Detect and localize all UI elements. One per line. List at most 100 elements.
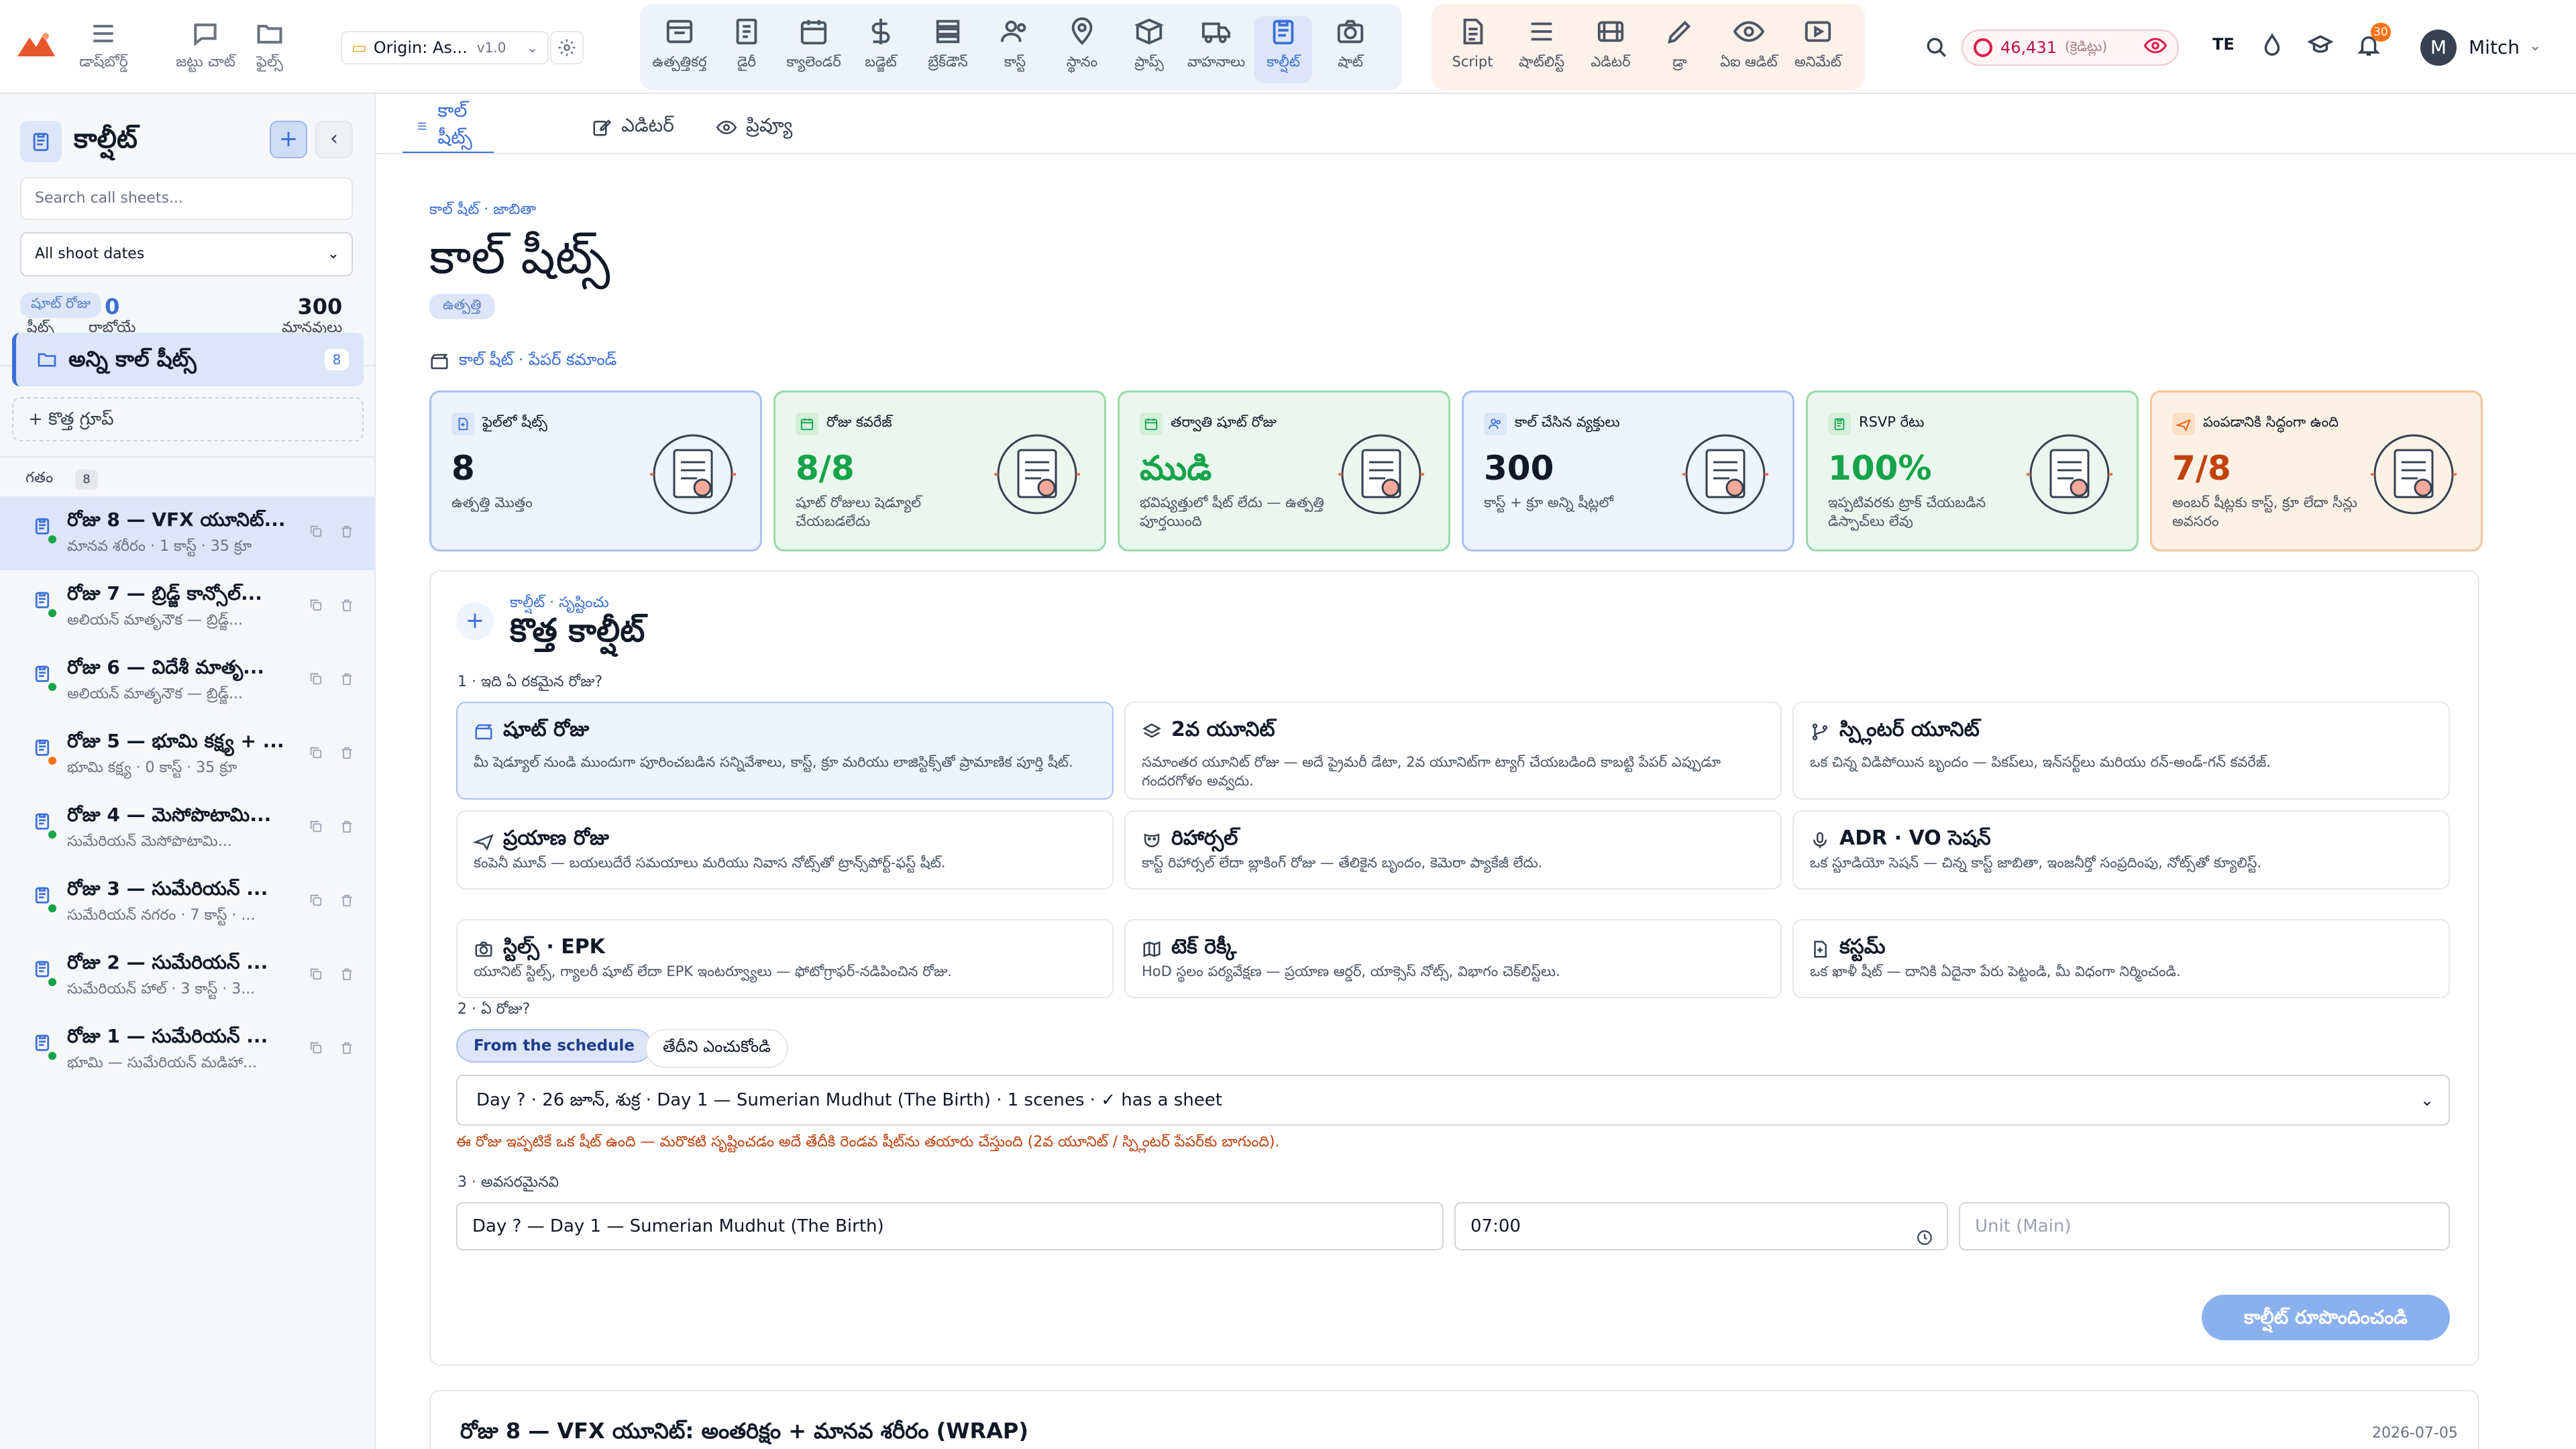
date-filter-select[interactable]: All shoot dates ⌄ — [20, 232, 353, 276]
search-input[interactable]: Search call sheets... — [20, 177, 353, 220]
mask-icon — [1144, 833, 1160, 847]
trash-icon[interactable] — [339, 597, 354, 613]
tool-play[interactable]: అనిమేట్ — [1789, 16, 1847, 83]
tab-0[interactable]: కాల్ షీట్స్ — [402, 99, 494, 154]
sheet-list-item[interactable]: రోజు 6 — విదేశీ మాతృ... అలియన్ మాతృనౌక —… — [0, 644, 374, 718]
project-settings-button[interactable] — [550, 31, 584, 64]
day-type-option[interactable]: 2వ యూనిట్ సమాంతర యూనిట్ రోజు — అదే ప్రైమ… — [1124, 702, 1782, 800]
project-select[interactable]: ▭ Origin: As... v1.0 ⌄ — [341, 31, 549, 64]
tool-clipboard[interactable]: కాల్షీట్ — [1254, 16, 1312, 83]
tool-pencil[interactable]: డ్రా — [1651, 16, 1709, 83]
trash-icon[interactable] — [339, 966, 354, 982]
tool-box[interactable]: ప్రాప్స్ — [1120, 16, 1178, 83]
tool-pin[interactable]: స్థానం — [1053, 16, 1111, 83]
date-filter-value: All shoot dates — [35, 246, 145, 262]
tab-2[interactable]: ప్రివ్యూ — [703, 101, 806, 154]
topnav-label: ఫైల్స్ — [256, 54, 283, 70]
new-group-button[interactable]: + కొత్త గ్రూప్ — [12, 397, 364, 441]
duplicate-icon[interactable] — [309, 966, 323, 982]
duplicate-icon[interactable] — [309, 1040, 323, 1056]
sheet-list-item[interactable]: రోజు 5 — భూమి కక్ష్య + ... భూమి కక్ష్య ·… — [0, 718, 374, 792]
duplicate-icon[interactable] — [309, 597, 323, 613]
divider — [376, 153, 2576, 154]
sheet-list-item[interactable]: రోజు 3 — సుమేరియన్ ... సుమేరియన్ నగరం · … — [0, 865, 374, 939]
avatar[interactable]: M — [2420, 30, 2457, 66]
sheet-list-item[interactable]: రోజు 1 — సుమేరియన్ ... భూమి — సుమేరియన్ … — [0, 1013, 374, 1087]
topnav-item[interactable]: డాష్‌బోర్డ్ — [79, 19, 128, 79]
camera-icon — [475, 941, 492, 957]
kpi-subtitle: అంబర్ షీట్లకు కాస్ట్, క్రూ లేదా సీన్లు అ… — [2172, 494, 2357, 529]
tool-eye[interactable]: ఏఐ ఆడిట్ — [1720, 16, 1778, 83]
sheet-list-item[interactable]: రోజు 8 — VFX యూనిట్... మానవ శరీరం · 1 కా… — [0, 496, 374, 570]
tool-label: అనిమేట్ — [1794, 54, 1841, 70]
tab-1[interactable]: ఎడిటర్ — [578, 101, 688, 154]
sheet-list-item[interactable]: రోజు 2 — సుమేరియన్ ... సుమేరియన్ హాల్ · … — [0, 939, 374, 1013]
add-sheet-button[interactable]: + — [270, 121, 307, 158]
day-type-option[interactable]: టెక్ రెక్కీ HoD స్థలం పర్యవేక్షణ — ప్రయా… — [1124, 919, 1782, 998]
tools-secondary: Script షాట్‌లిస్ట్ ఎడిటర్ డ్రా ఏఐ ఆడిట్ అనిమే… — [1432, 4, 1865, 90]
sheet-list-item[interactable]: రోజు 7 — బ్రిడ్జ్ కాన్సోల్... అలియన్ మాత… — [0, 570, 374, 644]
tool-stack[interactable]: బ్రేక్‌డౌన్ — [919, 16, 977, 83]
day-type-option[interactable]: షూట్ రోజు మీ షెడ్యూల్ నుండి ముందుగా పూరి… — [456, 702, 1114, 800]
kpi-label: RSVP రేటు — [1859, 414, 1925, 430]
topnav-label: జట్టు చాట్ — [176, 54, 235, 70]
sheet-list-item[interactable]: రోజు 4 — మెసోపొటామి... సుమేరియన్ మెసోపొట… — [0, 792, 374, 865]
trash-icon[interactable] — [339, 745, 354, 761]
kpi-subtitle: భవిష్యత్తులో షీట్ లేదు — ఉత్పత్తి పూర్తయ… — [1140, 494, 1324, 529]
tool-notebook[interactable]: డైరీ — [718, 16, 775, 83]
day-type-description: ఒక చిన్న విడిపోయిన బృందం — పికప్‌లు, ఇన్… — [1810, 754, 2271, 770]
top-bar: డాష్‌బోర్డ్ జట్టు చాట్ ఫైల్స్ ▭ Origin: As… — [0, 0, 2576, 94]
kpi-value: 7/8 — [2172, 449, 2231, 488]
app-logo-icon[interactable] — [16, 30, 56, 59]
duplicate-icon[interactable] — [309, 892, 323, 908]
tool-people[interactable]: కాస్ట్ — [986, 16, 1044, 83]
duplicate-icon[interactable] — [309, 818, 323, 835]
topnav-item[interactable]: జట్టు చాట్ — [176, 19, 235, 79]
topnav-label: డాష్‌బోర్డ్ — [79, 54, 128, 70]
chevron-down-icon[interactable]: ⌄ — [2529, 38, 2541, 54]
group-all-sheets[interactable]: అన్ని కాల్ షీట్స్ 8 — [12, 333, 364, 386]
tool-camera[interactable]: షాట్ — [1322, 16, 1379, 83]
tool-dollar[interactable]: బడ్జెట్ — [852, 16, 910, 83]
credits-value: 46,431 — [2000, 38, 2057, 57]
create-callsheet-button[interactable]: కాల్షీట్ రూపొందించండి — [2202, 1295, 2450, 1340]
theme-button[interactable] — [2259, 32, 2289, 62]
tool-calendar[interactable]: క్యాలెండర్ — [785, 16, 843, 83]
search-button[interactable] — [1920, 31, 1953, 64]
learn-button[interactable] — [2307, 32, 2337, 62]
language-switch[interactable]: TE — [2212, 35, 2235, 54]
duplicate-icon[interactable] — [309, 523, 323, 539]
call-time-field[interactable]: 07:00 — [1454, 1202, 1948, 1250]
pin-icon — [1071, 17, 1093, 45]
user-name[interactable]: Mitch — [2469, 36, 2520, 58]
day-type-option[interactable]: స్ప్లింటర్ యూనిట్ ఒక చిన్న విడిపోయిన బృం… — [1792, 702, 2450, 800]
topnav-item[interactable]: ఫైల్స్ — [255, 19, 284, 79]
trash-icon[interactable] — [339, 892, 354, 908]
kpi-card: RSVP రేటు 100% ఇప్పటివరకు ట్రాక్ చేయబడిన… — [1806, 390, 2139, 551]
day-select[interactable]: Day ? · 26 జూన్, శుక్ర · Day 1 — Sumeria… — [456, 1075, 2450, 1126]
credits-badge[interactable]: 46,431 (క్రెడిట్లు) — [1962, 30, 2179, 66]
trash-icon[interactable] — [339, 818, 354, 835]
day-type-option[interactable]: రిహార్సల్ కాస్ట్ రిహార్సల్ లేదా బ్లాకింగ… — [1124, 810, 1782, 890]
trash-icon[interactable] — [339, 523, 354, 539]
tool-truck[interactable]: వాహనాలు — [1187, 16, 1245, 83]
day-type-option[interactable]: ప్రయాణ రోజు కంపెనీ మూవ్ — బయలుదేరే సమయాల… — [456, 810, 1114, 890]
day-type-option[interactable]: కస్టమ్ ఒక ఖాళీ షీట్ — దానికి ఏదైనా పేరు … — [1792, 919, 2450, 998]
title-field[interactable]: Day ? — Day 1 — Sumerian Mudhut (The Bir… — [456, 1202, 1444, 1250]
from-schedule-toggle[interactable]: From the schedule — [456, 1029, 652, 1063]
pick-date-toggle[interactable]: తేదీని ఎంచుకోండి — [645, 1029, 788, 1068]
duplicate-icon[interactable] — [309, 745, 323, 761]
unit-field[interactable]: Unit (Main) — [1959, 1202, 2450, 1250]
eye-icon — [2143, 34, 2167, 61]
day-type-option[interactable]: స్టిల్స్ · EPK యూనిట్ స్టిల్స్, గ్యాలరీ … — [456, 919, 1114, 998]
trash-icon[interactable] — [339, 1040, 354, 1056]
group-count: 8 — [325, 349, 349, 370]
tool-script[interactable]: Script — [1444, 16, 1501, 83]
duplicate-icon[interactable] — [309, 671, 323, 687]
day-type-option[interactable]: ADR · VO సెషన్ ఒక స్టూడియో సెషన్ — చిన్న… — [1792, 810, 2450, 890]
trash-icon[interactable] — [339, 671, 354, 687]
collapse-sidebar-button[interactable]: ‹ — [315, 121, 353, 158]
tool-board[interactable]: ఉత్పత్తికర్త — [651, 16, 708, 83]
tool-list[interactable]: షాట్‌లిస్ట్ — [1513, 16, 1570, 83]
tool-film[interactable]: ఎడిటర్ — [1582, 16, 1640, 83]
